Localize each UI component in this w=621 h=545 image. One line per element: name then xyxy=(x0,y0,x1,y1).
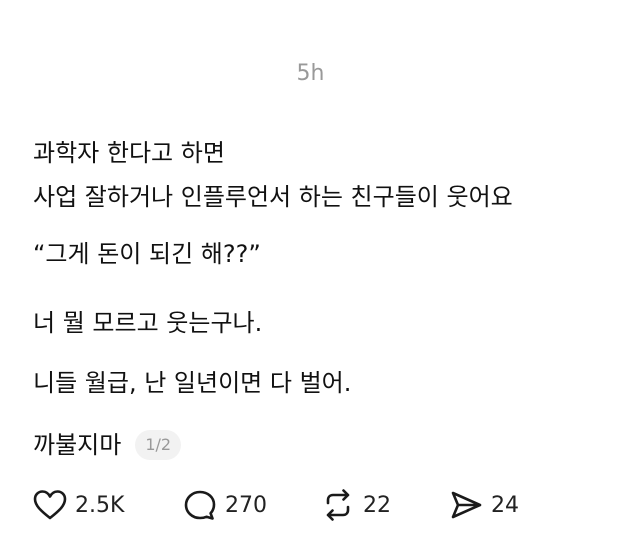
post-text-line: 너 뭘 모르고 웃는구나. xyxy=(33,309,263,337)
repost-button[interactable]: 22 xyxy=(321,489,449,521)
heart-icon xyxy=(33,490,67,520)
repost-count: 22 xyxy=(363,492,391,518)
like-button[interactable]: 2.5K xyxy=(33,489,183,521)
share-count: 24 xyxy=(491,492,519,518)
like-count: 2.5K xyxy=(75,492,125,518)
reply-button[interactable]: 270 xyxy=(183,489,321,521)
post-timestamp: 5h xyxy=(296,61,325,86)
post-text-line: 니들 월급, 난 일년이면 다 벌어. xyxy=(33,369,352,397)
page-indicator-badge[interactable]: 1/2 xyxy=(135,430,182,460)
post-text-line: “그게 돈이 되긴 해??” xyxy=(33,240,261,268)
thread-post: 5h 과학자 한다고 하면 사업 잘하거나 인플루언서 하는 친구들이 웃어요 … xyxy=(0,0,621,545)
post-action-bar: 2.5K 270 22 24 xyxy=(33,485,519,525)
post-text-line: 사업 잘하거나 인플루언서 하는 친구들이 웃어요 xyxy=(33,183,513,211)
share-send-icon xyxy=(451,491,482,519)
post-text-line: 까불지마 xyxy=(33,431,122,459)
post-text-line: 과학자 한다고 하면 xyxy=(33,139,225,167)
post-last-line-row: 까불지마 1/2 xyxy=(33,425,182,465)
share-button[interactable]: 24 xyxy=(449,489,519,521)
comment-bubble-icon xyxy=(184,490,216,520)
reply-count: 270 xyxy=(225,492,267,518)
repost-icon xyxy=(326,489,350,521)
